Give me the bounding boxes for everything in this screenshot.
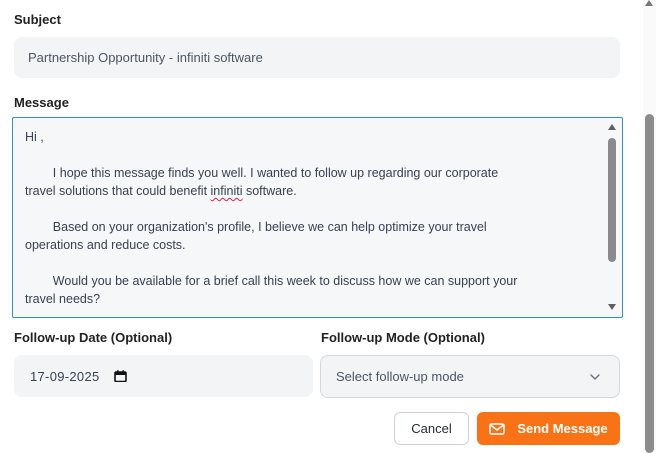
calendar-icon[interactable] — [113, 370, 127, 382]
cancel-button-label: Cancel — [411, 421, 452, 436]
followup-date-input[interactable]: 17-09-2025 — [14, 355, 313, 397]
page-scroll-up-arrow-icon[interactable] — [645, 0, 653, 6]
chevron-down-icon — [590, 374, 600, 380]
subject-field[interactable]: Partnership Opportunity - infiniti softw… — [14, 37, 620, 78]
followup-date-label: Follow-up Date (Optional) — [14, 330, 173, 345]
page-scrollbar[interactable] — [643, 0, 656, 453]
message-paragraph-3: Would you be available for a brief call … — [25, 274, 518, 306]
message-textarea[interactable]: Hi , I hope this message finds you well.… — [12, 117, 623, 318]
message-scrollbar-thumb[interactable] — [608, 138, 616, 262]
mail-icon — [489, 422, 506, 435]
cancel-button[interactable]: Cancel — [394, 412, 469, 445]
scroll-up-arrow-icon[interactable] — [608, 124, 616, 130]
subject-value: Partnership Opportunity - infiniti softw… — [28, 50, 263, 65]
message-scrollbar[interactable] — [607, 122, 617, 312]
followup-date-value: 17-09-2025 — [30, 368, 100, 384]
followup-mode-label: Follow-up Mode (Optional) — [321, 330, 485, 345]
message-paragraph-1: I hope this message finds you well. I wa… — [25, 166, 499, 198]
misspelled-word: infiniti — [210, 184, 243, 198]
message-paragraph-2: Based on your organization's profile, I … — [25, 220, 487, 252]
send-message-button[interactable]: Send Message — [477, 412, 620, 445]
page-scrollbar-thumb[interactable] — [645, 114, 654, 453]
message-text: Hi , I hope this message finds you well.… — [25, 128, 597, 308]
subject-label: Subject — [14, 12, 61, 27]
followup-mode-placeholder: Select follow-up mode — [336, 369, 464, 384]
scroll-down-arrow-icon[interactable] — [608, 304, 616, 310]
send-message-button-label: Send Message — [517, 421, 608, 436]
followup-mode-select[interactable]: Select follow-up mode — [320, 355, 620, 398]
message-label: Message — [14, 95, 69, 110]
message-greeting: Hi , — [25, 130, 44, 144]
